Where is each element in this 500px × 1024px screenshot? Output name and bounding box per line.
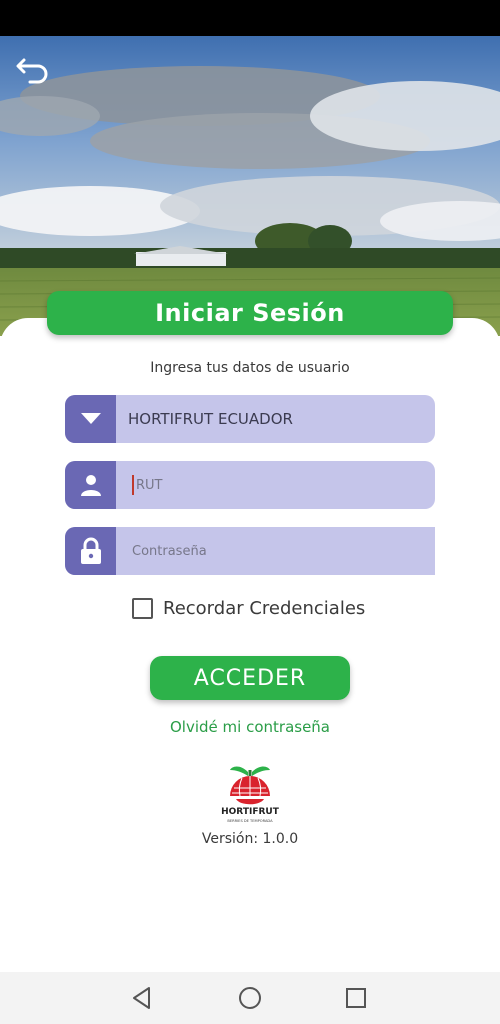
- back-arrow-icon: [16, 58, 48, 84]
- system-nav-bar: [0, 972, 500, 1024]
- square-recents-icon: [346, 988, 366, 1008]
- login-button[interactable]: ACCEDER: [150, 656, 350, 700]
- page-title: Iniciar Sesión: [155, 299, 345, 327]
- svg-text:HORTIFRUT: HORTIFRUT: [221, 807, 280, 817]
- forgot-password-link[interactable]: Olvidé mi contraseña: [0, 718, 500, 736]
- svg-text:BERRIES DE TEMPORADA: BERRIES DE TEMPORADA: [227, 819, 273, 823]
- rut-input[interactable]: RUT: [65, 461, 435, 509]
- company-select[interactable]: HORTIFRUT ECUADOR: [65, 395, 435, 443]
- circle-home-icon: [239, 987, 261, 1009]
- lock-icon: [80, 537, 101, 564]
- triangle-back-icon: [133, 987, 150, 1009]
- back-button[interactable]: [14, 52, 54, 84]
- login-subtitle: Ingresa tus datos de usuario: [150, 360, 350, 376]
- rut-placeholder: RUT: [136, 477, 163, 493]
- login-button-label: ACCEDER: [193, 665, 307, 691]
- remember-label: Recordar Credenciales: [163, 598, 366, 619]
- user-icon-box: [65, 461, 116, 509]
- login-title-banner: Iniciar Sesión: [47, 291, 453, 335]
- dropdown-button[interactable]: [65, 395, 116, 443]
- remember-credentials[interactable]: Recordar Credenciales: [132, 598, 365, 619]
- password-placeholder: Contraseña: [132, 543, 207, 559]
- lock-icon-box: [65, 527, 116, 575]
- rut-input-text: RUT: [116, 461, 163, 509]
- person-icon: [80, 475, 101, 496]
- caret-down-icon: [80, 413, 101, 424]
- text-cursor: [132, 475, 134, 495]
- password-input[interactable]: Contraseña: [65, 527, 435, 575]
- status-bar: [0, 0, 500, 36]
- nav-recents-button[interactable]: [342, 984, 370, 1012]
- app-version: Versión: 1.0.0: [201, 831, 299, 847]
- nav-back-button[interactable]: [129, 984, 157, 1012]
- hortifrut-logo: HORTIFRUT BERRIES DE TEMPORADA: [218, 762, 282, 824]
- remember-checkbox[interactable]: [132, 598, 153, 619]
- company-select-value: HORTIFRUT ECUADOR: [128, 410, 293, 428]
- nav-home-button[interactable]: [236, 984, 264, 1012]
